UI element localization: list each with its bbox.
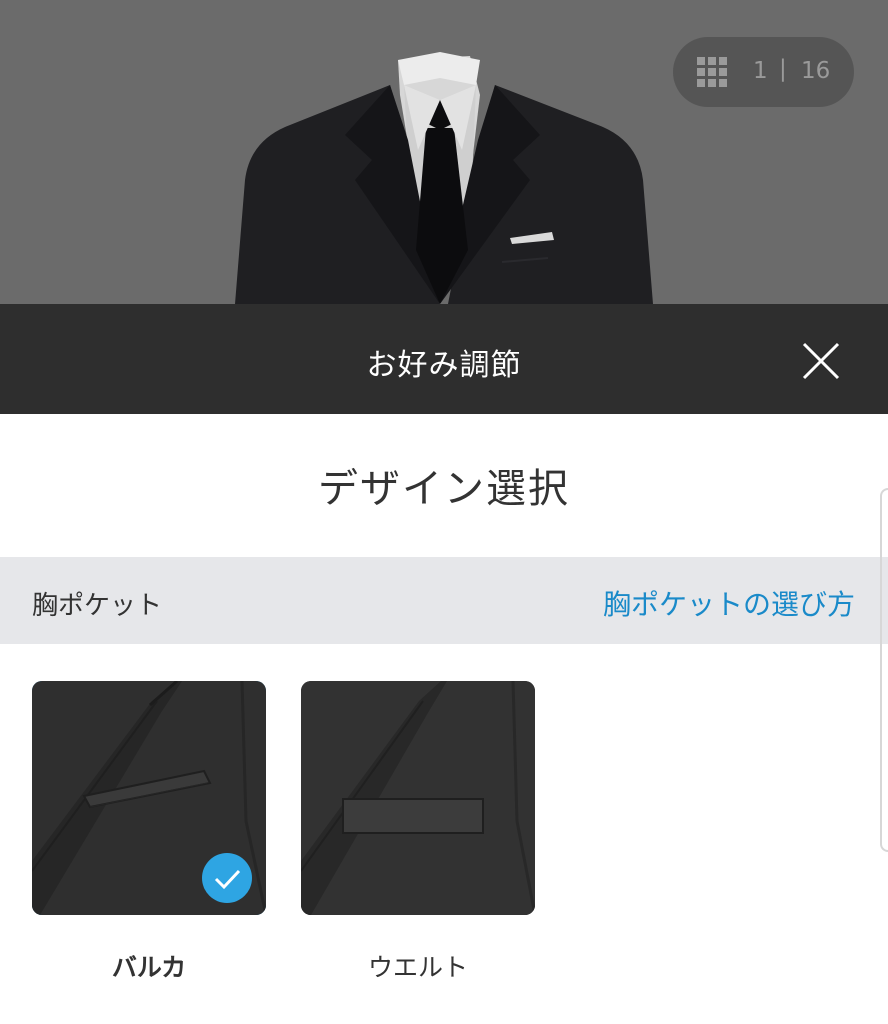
design-selection-title: デザイン選択 — [318, 466, 570, 512]
counter-total: 16 — [801, 58, 831, 84]
header-title: お好み調節 — [366, 348, 522, 383]
welt-pocket-image — [301, 681, 535, 915]
grid-icon[interactable] — [697, 57, 727, 87]
header-bar: お好み調節 — [0, 304, 888, 414]
pocket-guide-link[interactable]: 胸ポケットの選び方 — [603, 583, 855, 623]
option-thumbnail — [301, 681, 535, 915]
option-barca[interactable]: バルカ — [32, 681, 266, 982]
option-welt[interactable]: ウエルト — [301, 681, 535, 982]
side-panel-handle[interactable] — [880, 488, 888, 852]
counter-separator: | — [779, 56, 787, 82]
image-counter[interactable]: 1 | 16 — [673, 37, 854, 107]
close-icon[interactable] — [796, 336, 846, 386]
suit-preview: 1 | 16 — [0, 0, 888, 304]
selected-check-icon — [202, 853, 252, 903]
option-label: バルカ — [111, 953, 187, 982]
option-label: ウエルト — [367, 953, 468, 982]
section-header: 胸ポケット 胸ポケットの選び方 — [0, 557, 888, 644]
section-label: 胸ポケット — [32, 591, 163, 621]
option-thumbnail — [32, 681, 266, 915]
counter-current: 1 — [753, 58, 768, 84]
